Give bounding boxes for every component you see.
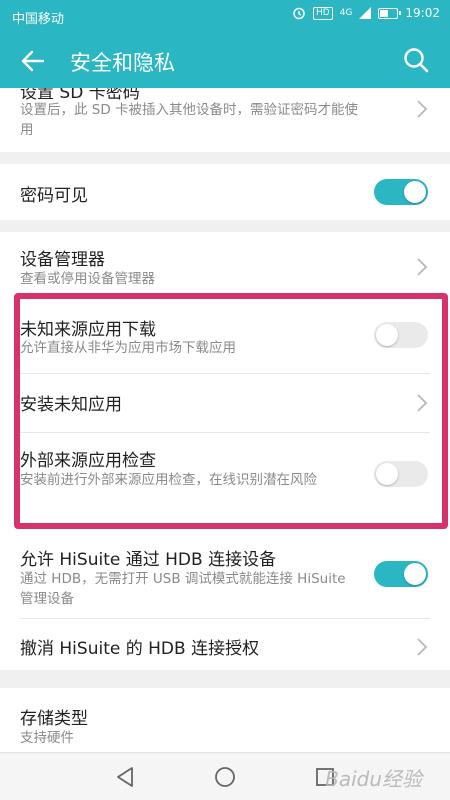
setting-device-manager[interactable]: 设备管理器 查看或停用设备管理器 bbox=[0, 232, 450, 296]
watermark: Baidu经验 bbox=[325, 767, 422, 791]
carrier-name: 中国移动 bbox=[12, 12, 65, 27]
page-title: 安全和隐私 bbox=[70, 51, 175, 75]
arrow-left-icon[interactable] bbox=[18, 46, 48, 76]
clock: 19:02 bbox=[405, 6, 440, 20]
setting-title: 未知来源应用下载 bbox=[20, 320, 156, 340]
setting-revoke-hisuite[interactable]: 撤消 HiSuite 的 HDB 连接授权 bbox=[0, 619, 450, 675]
circle-home-icon[interactable] bbox=[213, 765, 237, 789]
hisuite-hdb-toggle[interactable] bbox=[374, 561, 428, 587]
chevron-right-icon bbox=[417, 100, 428, 118]
settings-group-sd: 设置 SD 卡密码 设置后，此 SD 卡被插入其他设备时，需验证密码才能使用 bbox=[0, 88, 450, 152]
battery-icon bbox=[378, 7, 402, 19]
triangle-back-icon[interactable] bbox=[114, 765, 136, 789]
chevron-right-icon bbox=[417, 258, 428, 276]
setting-subtitle: 设置后，此 SD 卡被插入其他设备时，需验证密码才能使用 bbox=[20, 102, 359, 138]
setting-subtitle: 允许直接从非华为应用市场下载应用 bbox=[20, 340, 236, 356]
chevron-right-icon bbox=[417, 638, 428, 656]
setting-install-unknown-apps[interactable]: 安装未知应用 bbox=[0, 374, 450, 432]
setting-title: 设备管理器 bbox=[20, 250, 105, 270]
external-app-check-toggle[interactable] bbox=[374, 461, 428, 487]
app-bar: 安全和隐私 bbox=[0, 32, 450, 88]
setting-title: 允许 HiSuite 通过 HDB 连接设备 bbox=[20, 550, 277, 570]
search-icon[interactable] bbox=[402, 46, 430, 74]
status-icons: HD 4G 19:02 bbox=[292, 6, 440, 20]
settings-group-device: 设备管理器 查看或停用设备管理器 未知来源应用下载 允许直接从非华为应用市场下载… bbox=[0, 232, 450, 530]
network-type: 4G bbox=[339, 8, 353, 18]
setting-title: 撤消 HiSuite 的 HDB 连接授权 bbox=[20, 639, 260, 659]
setting-unknown-sources[interactable]: 未知来源应用下载 允许直接从非华为应用市场下载应用 bbox=[0, 302, 450, 366]
setting-subtitle: 查看或停用设备管理器 bbox=[20, 271, 155, 287]
settings-list: 设置 SD 卡密码 设置后，此 SD 卡被插入其他设备时，需验证密码才能使用 密… bbox=[0, 88, 450, 752]
settings-group-password: 密码可见 bbox=[0, 164, 450, 220]
hd-badge: HD bbox=[313, 6, 333, 20]
signal-icon bbox=[359, 7, 372, 19]
status-bar: 中国移动 HD 4G 19:02 bbox=[0, 0, 450, 32]
setting-subtitle: 通过 HDB，无需打开 USB 调试模式就能连接 HiSuite 管理设备 bbox=[20, 571, 346, 607]
password-visible-toggle[interactable] bbox=[374, 179, 428, 205]
setting-subtitle: 安装前进行外部来源应用检查，在线识别潜在风险 bbox=[20, 472, 317, 488]
setting-title: 密码可见 bbox=[20, 186, 88, 206]
unknown-sources-toggle[interactable] bbox=[374, 322, 428, 348]
setting-external-app-check[interactable]: 外部来源应用检查 安装前进行外部来源应用检查，在线识别潜在风险 bbox=[0, 433, 450, 523]
alarm-icon bbox=[293, 7, 305, 20]
setting-title: 外部来源应用检查 bbox=[20, 451, 156, 471]
setting-hisuite-hdb[interactable]: 允许 HiSuite 通过 HDB 连接设备 通过 HDB，无需打开 USB 调… bbox=[0, 530, 450, 618]
settings-group-hisuite: 允许 HiSuite 通过 HDB 连接设备 通过 HDB，无需打开 USB 调… bbox=[0, 530, 450, 670]
setting-subtitle: 支持硬件 bbox=[20, 730, 74, 746]
setting-password-visible[interactable]: 密码可见 bbox=[0, 164, 450, 220]
setting-title: 存储类型 bbox=[20, 709, 88, 729]
settings-group-storage: 存储类型 支持硬件 bbox=[0, 688, 450, 752]
setting-sd-card-password[interactable]: 设置 SD 卡密码 设置后，此 SD 卡被插入其他设备时，需验证密码才能使用 bbox=[0, 88, 450, 152]
setting-title: 安装未知应用 bbox=[20, 395, 122, 415]
navigation-bar: Baidu经验 bbox=[0, 752, 450, 800]
chevron-right-icon bbox=[417, 394, 428, 412]
setting-storage-type[interactable]: 存储类型 支持硬件 bbox=[0, 688, 450, 752]
